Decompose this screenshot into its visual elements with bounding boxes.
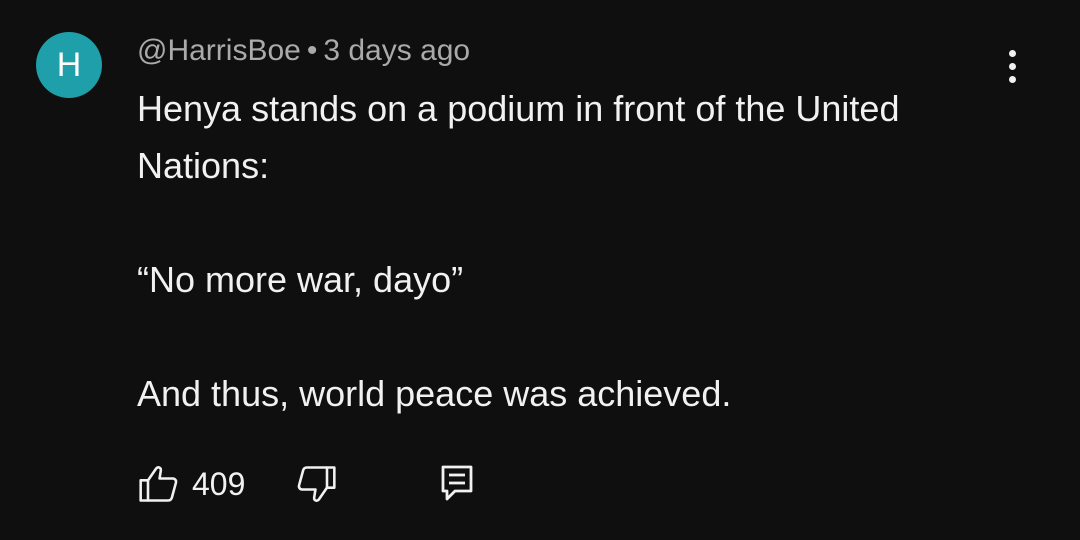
dislike-button[interactable] xyxy=(294,462,338,506)
comment-actions: 409 xyxy=(0,458,1080,508)
more-vertical-icon[interactable] xyxy=(1000,46,1026,86)
thumbs-down-icon xyxy=(297,466,336,502)
avatar[interactable]: H xyxy=(36,32,102,98)
like-count: 409 xyxy=(192,466,246,502)
thumbs-up-icon xyxy=(139,466,178,502)
comment-timestamp: 3 days ago xyxy=(323,34,471,67)
reply-button[interactable] xyxy=(440,464,474,502)
like-button[interactable] xyxy=(137,462,181,506)
comment-line: Henya stands on a podium in front of the… xyxy=(137,88,900,186)
comment-line: “No more war, dayo” xyxy=(137,259,464,300)
comment-body: Henya stands on a podium in front of the… xyxy=(137,80,997,422)
comment-line: And thus, world peace was achieved. xyxy=(137,373,732,414)
author-handle[interactable]: @HarrisBoe xyxy=(137,34,301,67)
reply-comment-icon xyxy=(441,465,473,501)
comment-meta: @HarrisBoe • 3 days ago xyxy=(137,34,470,68)
meta-separator: • xyxy=(306,34,318,67)
